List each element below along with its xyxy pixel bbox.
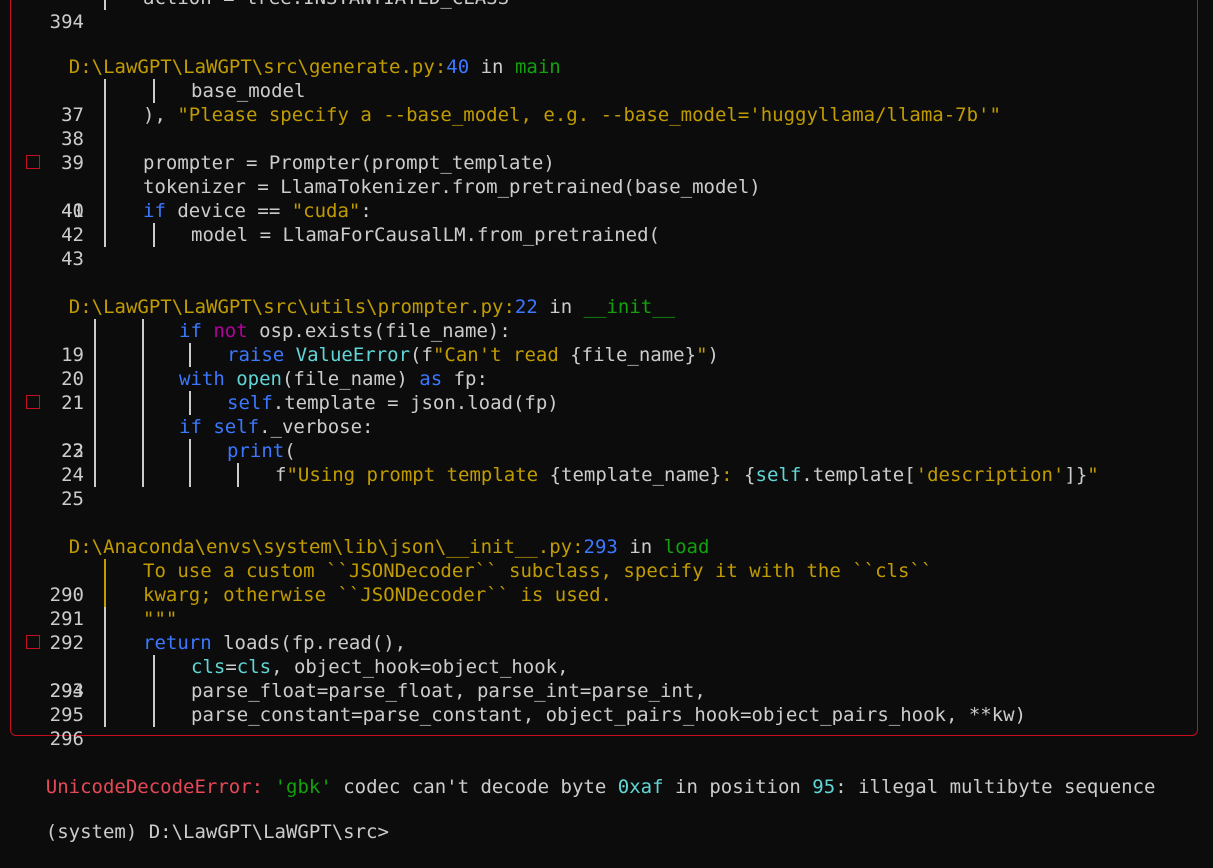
- error-type: UnicodeDecodeError:: [45, 776, 264, 798]
- frame-line-number: 293: [583, 536, 618, 558]
- code-line: 20 raise ValueError(f"Can't read {file_n…: [61, 343, 719, 390]
- code-line: 24 print(: [61, 439, 296, 486]
- code-line: 21 with open(file_name) as fp:: [61, 367, 488, 414]
- traceback-partial-line: 394 action = tree.INSTANTIATED_CLASS: [0, 0, 509, 33]
- code-line: 37 base_model: [61, 79, 306, 126]
- code-line: 23 if self._verbose:: [61, 415, 374, 462]
- frame-header-prompter: D:\LawGPT\LaWGPT\src\utils\prompter.py:2…: [68, 296, 676, 318]
- code-line: 292 """: [49, 607, 178, 654]
- shell-prompt: (system) D:\LawGPT\LaWGPT\src>: [45, 821, 389, 843]
- frame-header-generate: D:\LawGPT\LaWGPT\src\generate.py:40 in m…: [68, 56, 561, 78]
- frame-file-path: D:\LawGPT\LaWGPT\src\utils\prompter.py: [68, 296, 504, 318]
- frame-function-name: __init__: [583, 296, 676, 318]
- frame-file-path: D:\Anaconda\envs\system\lib\json\__init_…: [68, 536, 573, 558]
- frame-header-json: D:\Anaconda\envs\system\lib\json\__init_…: [68, 536, 710, 558]
- frame-function-name: main: [514, 56, 561, 78]
- frame-line-number: 40: [446, 56, 470, 78]
- frame-line-number: 22: [514, 296, 538, 318]
- code-line: 41 tokenizer = LlamaTokenizer.from_pretr…: [61, 175, 761, 222]
- code-line: 38 ), "Please specify a --base_model, e.…: [61, 103, 1001, 150]
- code-line: 295 parse_float=parse_float, parse_int=p…: [49, 679, 706, 726]
- frame-function-name: load: [663, 536, 710, 558]
- current-line-marker: [26, 635, 40, 649]
- code-line: 296 parse_constant=parse_constant, objec…: [49, 703, 1027, 750]
- code-line: 290 To use a custom ``JSONDecoder`` subc…: [49, 559, 933, 606]
- frame-file-path: D:\LawGPT\LaWGPT\src\generate.py: [68, 56, 435, 78]
- code-line: 43 model = LlamaForCausalLM.from_pretrai…: [61, 223, 660, 270]
- code-line: 42 if device == "cuda":: [61, 199, 372, 246]
- code-line: 19 if not osp.exists(file_name):: [61, 319, 511, 366]
- code-line: 291 kwarg; otherwise ``JSONDecoder`` is …: [49, 583, 612, 630]
- code-line: 294 cls=cls, object_hook=object_hook,: [49, 655, 569, 702]
- code-line-current: 22 self.template = json.load(fp): [0, 391, 1200, 462]
- code-line-current: 40 prompter = Prompter(prompt_template): [0, 151, 1200, 222]
- code-line: 25 f"Using prompt template {template_nam…: [61, 463, 1099, 510]
- current-line-marker: [26, 155, 40, 169]
- code-line: 39: [0, 127, 1200, 174]
- error-message: UnicodeDecodeError: 'gbk' codec can't de…: [45, 776, 1156, 798]
- current-line-marker: [26, 395, 40, 409]
- code-line-current: 293 return loads(fp.read(),: [0, 631, 1200, 702]
